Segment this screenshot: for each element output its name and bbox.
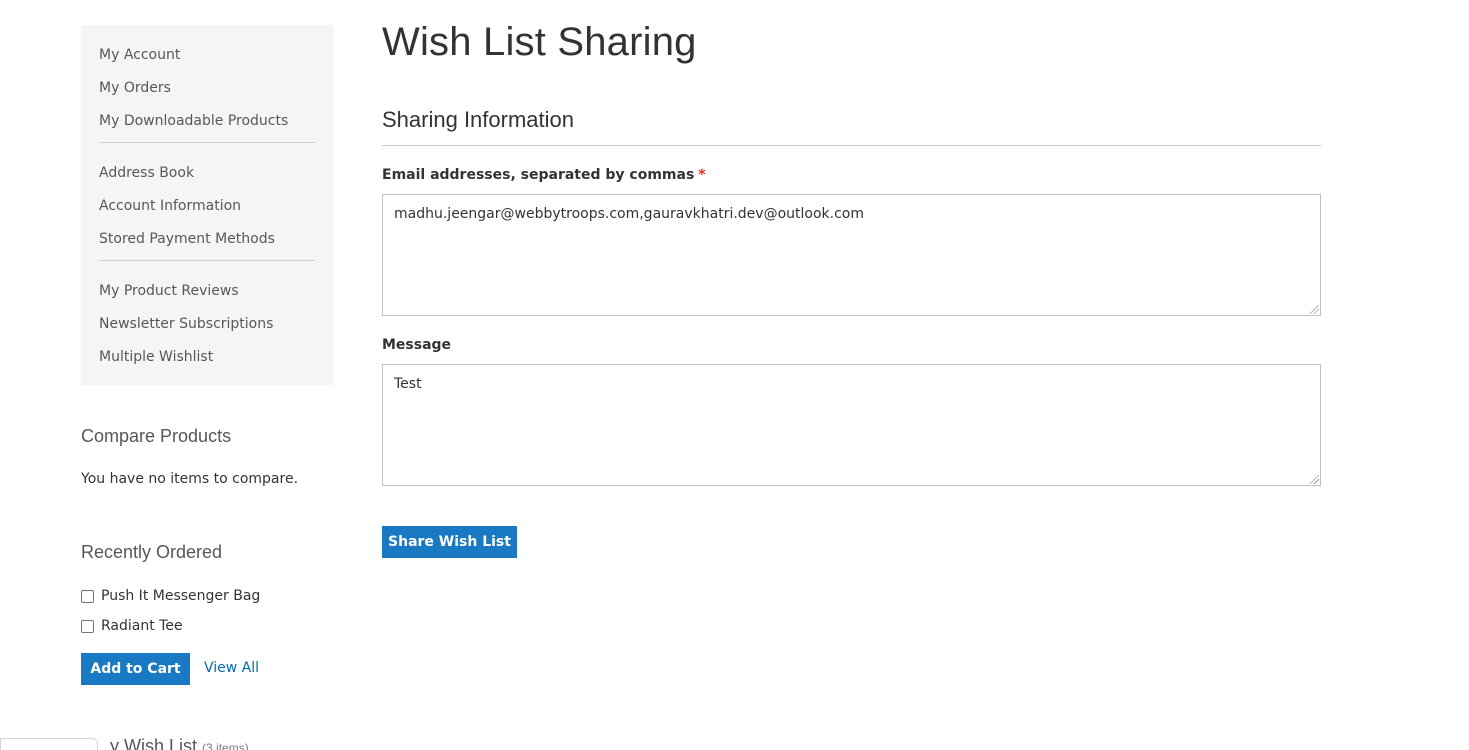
recently-ordered-title: Recently Ordered	[81, 542, 223, 562]
recent-item-name: Push It Messenger Bag	[101, 588, 261, 604]
nav-item-multiple-wishlist[interactable]: Multiple Wishlist	[81, 344, 333, 377]
message-textarea[interactable]: Test	[382, 364, 1321, 486]
compare-products-title: Compare Products	[81, 426, 232, 446]
nav-item-newsletter-subscriptions[interactable]: Newsletter Subscriptions	[81, 311, 333, 344]
wishlist-block-title: y Wish List (3 items)	[110, 736, 249, 750]
nav-item-product-reviews[interactable]: My Product Reviews	[81, 278, 333, 311]
nav-item-my-account[interactable]: My Account	[81, 42, 333, 75]
recent-item-checkbox[interactable]	[81, 619, 94, 633]
nav-item-address-book[interactable]: Address Book	[81, 160, 333, 193]
nav-divider	[99, 142, 315, 143]
add-to-cart-button[interactable]: Add to Cart	[81, 653, 190, 685]
required-marker: *	[698, 167, 706, 183]
recent-item-checkbox[interactable]	[81, 589, 94, 603]
resize-handle-icon[interactable]	[1310, 475, 1319, 484]
recent-item: Radiant Tee	[81, 616, 183, 636]
wishlist-block-title-text: y Wish List	[110, 736, 198, 750]
section-divider	[382, 145, 1321, 146]
share-wish-list-button[interactable]: Share Wish List	[382, 526, 517, 558]
nav-item-account-information[interactable]: Account Information	[81, 193, 333, 226]
email-label-text: Email addresses, separated by commas	[382, 167, 695, 183]
nav-divider	[99, 260, 315, 261]
view-all-link[interactable]: View All	[204, 660, 259, 676]
overlay-tab[interactable]	[0, 738, 98, 750]
section-title: Sharing Information	[382, 107, 574, 132]
email-label: Email addresses, separated by commas *	[382, 167, 706, 183]
account-nav: My Account My Orders My Downloadable Pro…	[81, 25, 333, 385]
recent-item: Push It Messenger Bag	[81, 586, 260, 606]
nav-item-downloadable-products[interactable]: My Downloadable Products	[81, 108, 333, 141]
compare-empty-text: You have no items to compare.	[81, 471, 299, 487]
recent-item-name: Radiant Tee	[101, 618, 183, 634]
email-addresses-textarea[interactable]: madhu.jeengar@webbytroops.com,gauravkhat…	[382, 194, 1321, 316]
nav-item-stored-payment-methods[interactable]: Stored Payment Methods	[81, 226, 333, 259]
page-title: Wish List Sharing	[382, 20, 697, 64]
wishlist-item-count: (3 items)	[202, 741, 249, 750]
nav-item-my-orders[interactable]: My Orders	[81, 75, 333, 108]
resize-handle-icon[interactable]	[1310, 305, 1319, 314]
message-label: Message	[382, 337, 452, 353]
